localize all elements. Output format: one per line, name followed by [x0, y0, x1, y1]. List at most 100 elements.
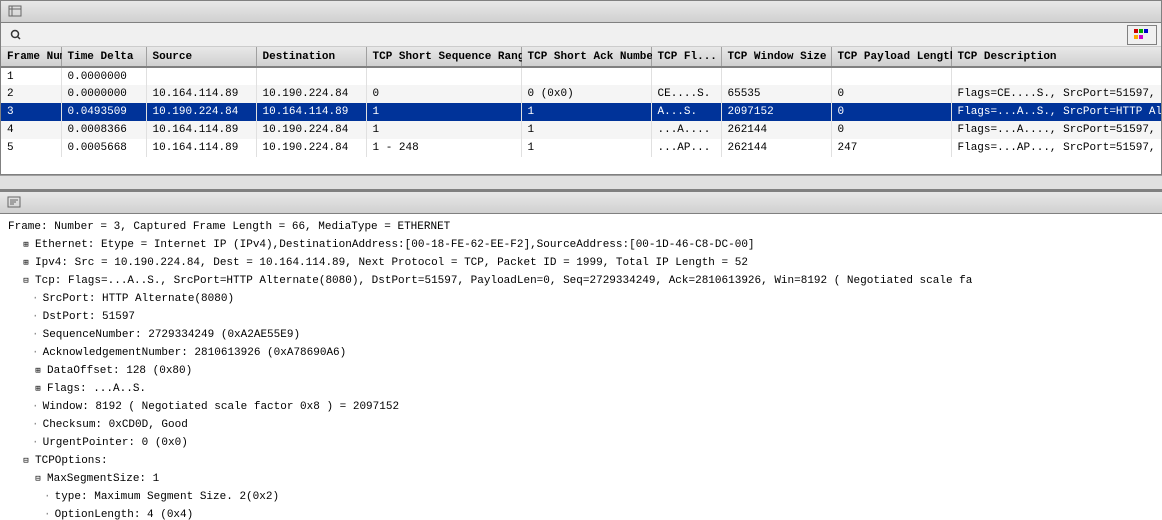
column-header[interactable]: Time Delta	[61, 47, 146, 67]
column-header[interactable]: Source	[146, 47, 256, 67]
table-cell: 0	[831, 85, 951, 103]
frame-summary-table-container[interactable]: Frame NumberTime DeltaSourceDestinationT…	[1, 47, 1161, 174]
frame-details-icon	[6, 195, 22, 211]
table-cell: 0	[366, 85, 521, 103]
detail-line[interactable]: ⊟MaxSegmentSize: 1	[0, 470, 1162, 488]
column-header[interactable]: Destination	[256, 47, 366, 67]
table-cell: 10.190.224.84	[256, 121, 366, 139]
table-cell: 1	[366, 103, 521, 121]
table-cell	[366, 67, 521, 85]
expand-icon: ⊟	[20, 453, 32, 469]
table-cell: 262144	[721, 121, 831, 139]
table-cell: 0 (0x0)	[521, 85, 651, 103]
detail-text: Flags: ...A..S.	[47, 383, 146, 395]
leaf-indicator: ·	[32, 419, 39, 431]
detail-line[interactable]: ⊞Ethernet: Etype = Internet IP (IPv4),De…	[0, 236, 1162, 254]
column-header[interactable]: Frame Number	[1, 47, 61, 67]
table-cell: 1 - 248	[366, 139, 521, 157]
table-cell	[721, 67, 831, 85]
frame-details-panel: Frame: Number = 3, Captured Frame Length…	[0, 189, 1162, 520]
detail-line: ·OptionLength: 4 (0x4)	[0, 506, 1162, 520]
column-header[interactable]: TCP Short Ack Number	[521, 47, 651, 67]
detail-text: AcknowledgementNumber: 2810613926 (0xA78…	[43, 347, 347, 359]
table-cell	[256, 67, 366, 85]
column-header[interactable]: TCP Window Size	[721, 47, 831, 67]
table-cell: 10.164.114.89	[146, 85, 256, 103]
hscroll-bar[interactable]	[0, 175, 1162, 189]
column-header[interactable]: TCP Payload Length	[831, 47, 951, 67]
find-button[interactable]	[5, 25, 29, 45]
table-cell: 262144	[721, 139, 831, 157]
column-header[interactable]: TCP Fl...	[651, 47, 721, 67]
table-row[interactable]: 40.000836610.164.114.8910.190.224.8411..…	[1, 121, 1161, 139]
table-row[interactable]: 30.049350910.190.224.8410.164.114.8911A.…	[1, 103, 1161, 121]
color-rule-icon	[1134, 29, 1148, 41]
detail-line[interactable]: ⊟Tcp: Flags=...A..S., SrcPort=HTTP Alter…	[0, 272, 1162, 290]
frame-summary-toolbar	[1, 23, 1161, 47]
table-header-row: Frame NumberTime DeltaSourceDestinationT…	[1, 47, 1161, 67]
table-cell: 3	[1, 103, 61, 121]
table-row[interactable]: 50.000566810.164.114.8910.190.224.841 - …	[1, 139, 1161, 157]
leaf-indicator: ·	[32, 311, 39, 323]
detail-text: UrgentPointer: 0 (0x0)	[43, 437, 188, 449]
detail-text: MaxSegmentSize: 1	[47, 473, 159, 485]
up-button[interactable]	[43, 25, 53, 45]
detail-line[interactable]: ⊞Flags: ...A..S.	[0, 380, 1162, 398]
frame-summary-icon	[7, 4, 23, 20]
column-header[interactable]: TCP Description	[951, 47, 1161, 67]
expand-icon: ⊞	[20, 237, 32, 253]
detail-text: Frame: Number = 3, Captured Frame Length…	[8, 221, 450, 233]
table-cell: 4	[1, 121, 61, 139]
color-rule-button[interactable]	[1127, 25, 1157, 45]
table-cell: 2097152	[721, 103, 831, 121]
detail-line: · AcknowledgementNumber: 2810613926 (0xA7…	[0, 344, 1162, 362]
detail-line: ·type: Maximum Segment Size. 2(0x2)	[0, 488, 1162, 506]
detail-text: Ipv4: Src = 10.190.224.84, Dest = 10.164…	[35, 257, 748, 269]
table-row[interactable]: 10.0000000	[1, 67, 1161, 85]
detail-text: Ethernet: Etype = Internet IP (IPv4),Des…	[35, 239, 755, 251]
detail-text: SequenceNumber: 2729334249 (0xA2AE55E9)	[43, 329, 300, 341]
table-cell	[521, 67, 651, 85]
frame-details-content[interactable]: Frame: Number = 3, Captured Frame Length…	[0, 214, 1162, 520]
table-cell: 5	[1, 139, 61, 157]
expand-icon: ⊞	[20, 255, 32, 271]
detail-line: ·UrgentPointer: 0 (0x0)	[0, 434, 1162, 452]
frame-details-header	[0, 192, 1162, 214]
detail-line: Frame: Number = 3, Captured Frame Length…	[0, 218, 1162, 236]
leaf-indicator: ·	[32, 347, 39, 359]
table-cell: 10.164.114.89	[146, 121, 256, 139]
expand-icon: ⊞	[32, 363, 44, 379]
table-row[interactable]: 20.000000010.164.114.8910.190.224.8400 (…	[1, 85, 1161, 103]
detail-text: DstPort: 51597	[43, 311, 135, 323]
expand-icon: ⊟	[32, 471, 44, 487]
find-icon	[10, 29, 22, 41]
detail-line[interactable]: ⊞Ipv4: Src = 10.190.224.84, Dest = 10.16…	[0, 254, 1162, 272]
detail-line: ·SequenceNumber: 2729334249 (0xA2AE55E9)	[0, 326, 1162, 344]
down-button[interactable]	[31, 25, 41, 45]
table-cell: 10.164.114.89	[146, 139, 256, 157]
detail-text: OptionLength: 4 (0x4)	[55, 509, 194, 520]
table-cell: Flags=...A...., SrcPort=51597, DstPort=H…	[951, 121, 1161, 139]
table-cell: 247	[831, 139, 951, 157]
table-cell: 10.190.224.84	[256, 139, 366, 157]
table-cell: 1	[521, 139, 651, 157]
detail-line[interactable]: ⊟TCPOptions:	[0, 452, 1162, 470]
detail-text: SrcPort: HTTP Alternate(8080)	[43, 293, 234, 305]
column-header[interactable]: TCP Short Sequence Range	[366, 47, 521, 67]
table-cell: Flags=...A..S., SrcPort=HTTP Alternate(8…	[951, 103, 1161, 121]
table-cell: 0.0005668	[61, 139, 146, 157]
table-cell: Flags=CE....S., SrcPort=51597, DstPort=H…	[951, 85, 1161, 103]
table-cell: 0	[831, 103, 951, 121]
detail-text: Window: 8192 ( Negotiated scale factor 0…	[43, 401, 399, 413]
table-cell: 1	[366, 121, 521, 139]
table-cell	[831, 67, 951, 85]
detail-line[interactable]: ⊞DataOffset: 128 (0x80)	[0, 362, 1162, 380]
table-cell	[951, 67, 1161, 85]
table-cell: 0.0008366	[61, 121, 146, 139]
detail-text: type: Maximum Segment Size. 2(0x2)	[55, 491, 279, 503]
table-cell: 0.0000000	[61, 67, 146, 85]
table-cell: 65535	[721, 85, 831, 103]
table-cell: A...S.	[651, 103, 721, 121]
table-cell	[146, 67, 256, 85]
expand-icon: ⊟	[20, 273, 32, 289]
